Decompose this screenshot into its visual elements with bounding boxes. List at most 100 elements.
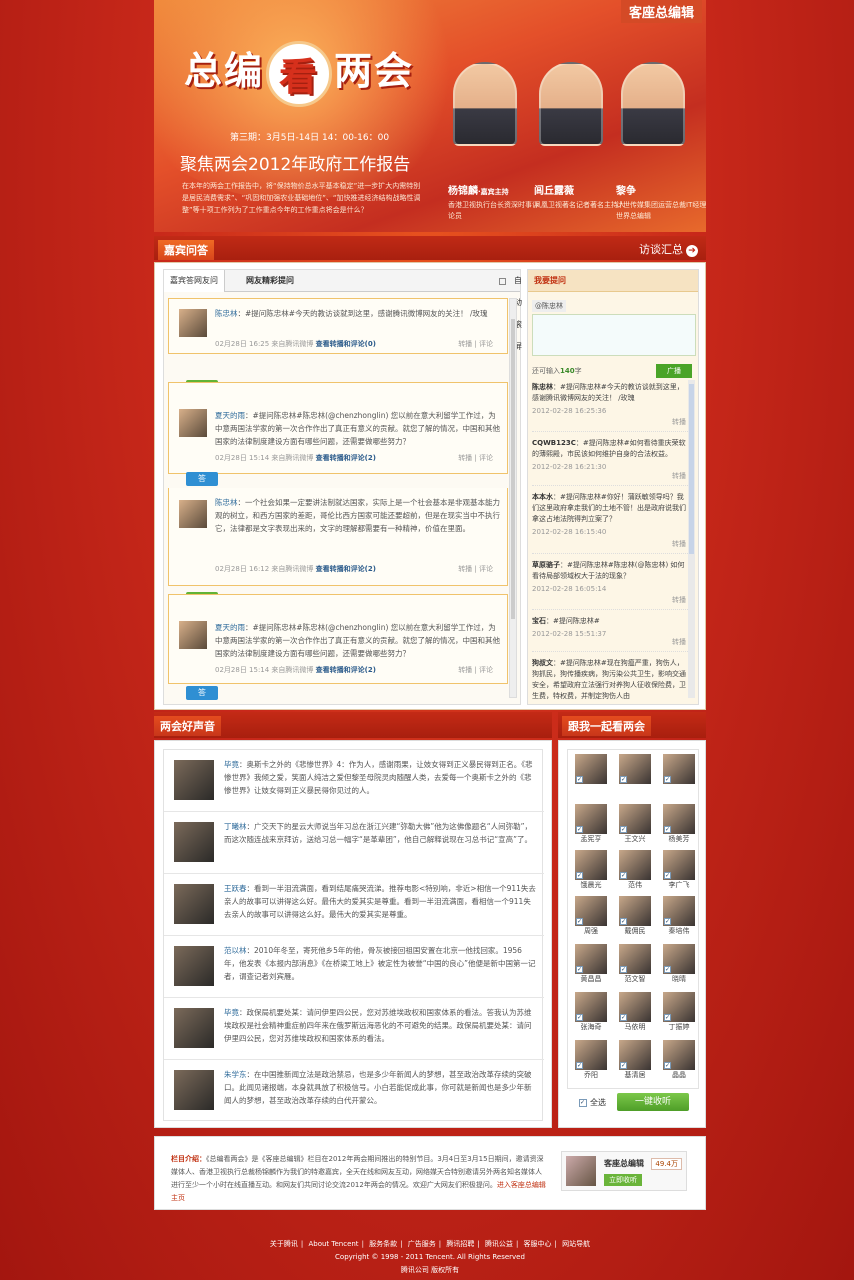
checkbox-icon[interactable]: ✓: [664, 966, 671, 973]
person-photo[interactable]: ✓: [575, 804, 607, 834]
checkbox-icon[interactable]: ✓: [576, 1014, 583, 1021]
weibo-avatar[interactable]: [566, 1156, 596, 1186]
comment-link[interactable]: 评论: [479, 666, 493, 674]
weibo-name[interactable]: 客座总编辑: [604, 1158, 644, 1169]
checkbox-icon[interactable]: ✓: [664, 1062, 671, 1069]
voice-author[interactable]: 毕竟: [224, 1008, 239, 1017]
card-author[interactable]: 陈忠林: [215, 309, 238, 318]
person-photo[interactable]: ✓: [663, 944, 695, 974]
person-photo[interactable]: ✓: [663, 850, 695, 880]
voice-author[interactable]: 毕竟: [224, 760, 239, 769]
scrollbar-thumb[interactable]: [511, 319, 515, 619]
follow-person[interactable]: ✓ 杨美芳: [662, 804, 696, 844]
follow-person[interactable]: ✓ 秦培伟: [662, 896, 696, 936]
follow-person[interactable]: ✓ 孟宪亨: [574, 804, 608, 844]
avatar[interactable]: [174, 760, 214, 800]
checkbox-icon[interactable]: ✓: [620, 776, 627, 783]
person-photo[interactable]: ✓: [575, 850, 607, 880]
view-comments-link[interactable]: 查看转播和评论(0): [316, 340, 376, 348]
person-photo[interactable]: ✓: [575, 992, 607, 1022]
question-author[interactable]: 草原骆子: [532, 561, 560, 569]
comment-link[interactable]: 评论: [479, 340, 493, 348]
select-all-checkbox[interactable]: ✓ 全选: [579, 1097, 606, 1108]
follow-all-button[interactable]: 一键收听: [617, 1093, 689, 1111]
follow-person[interactable]: ✓ 张海奇: [574, 992, 608, 1032]
follow-person[interactable]: ✓ 晶晶: [662, 1040, 696, 1080]
footer-link[interactable]: About Tencent: [308, 1240, 358, 1248]
checkbox-icon[interactable]: ✓: [620, 872, 627, 879]
scrollbar-thumb[interactable]: [689, 384, 694, 554]
avatar[interactable]: [174, 946, 214, 986]
repost-link[interactable]: 转播: [458, 454, 472, 462]
avatar[interactable]: [179, 409, 207, 437]
checkbox-icon[interactable]: ✓: [664, 918, 671, 925]
person-photo[interactable]: ✓: [663, 992, 695, 1022]
person-photo[interactable]: ✓: [575, 754, 607, 784]
guest-2[interactable]: 闾丘露薇 凤凰卫视著名记者著名主持人: [530, 62, 625, 209]
repost-link[interactable]: 转播: [672, 471, 686, 482]
repost-link[interactable]: 转播: [672, 595, 686, 606]
checkbox-icon[interactable]: ✓: [579, 1098, 587, 1107]
footer-link[interactable]: 广告服务: [408, 1240, 436, 1248]
checkbox-icon[interactable]: ✓: [576, 918, 583, 925]
avatar[interactable]: [174, 884, 214, 924]
brand-tag[interactable]: 客座总编辑: [620, 0, 702, 23]
checkbox-icon[interactable]: ✓: [576, 826, 583, 833]
checkbox-icon[interactable]: ✓: [664, 776, 671, 783]
comment-link[interactable]: 评论: [479, 454, 493, 462]
tab-guest-answers[interactable]: 嘉宾答网友问: [164, 270, 225, 292]
view-comments-link[interactable]: 查看转播和评论(2): [316, 565, 376, 573]
follow-person[interactable]: ✓ 王文兴: [618, 804, 652, 844]
card-author[interactable]: 夏天的雨: [215, 623, 245, 632]
person-photo[interactable]: ✓: [663, 804, 695, 834]
card-author[interactable]: 陈忠林: [215, 498, 238, 507]
question-author[interactable]: 陈忠林: [532, 383, 553, 391]
question-list-scrollbar[interactable]: [688, 380, 695, 698]
weibo-follow-button[interactable]: 立即收听: [604, 1174, 642, 1186]
checkbox-icon[interactable]: ✓: [620, 918, 627, 925]
avatar[interactable]: [174, 1008, 214, 1048]
follow-person[interactable]: ✓: [662, 754, 696, 784]
footer-link[interactable]: 关于腾讯: [270, 1240, 298, 1248]
follow-person[interactable]: ✓: [574, 754, 608, 784]
person-photo[interactable]: ✓: [575, 896, 607, 926]
footer-link[interactable]: 腾讯招聘: [446, 1240, 474, 1248]
person-photo[interactable]: ✓: [619, 992, 651, 1022]
repost-link[interactable]: 转播: [458, 666, 472, 674]
auto-scroll-toggle[interactable]: 自动滚屏: [493, 270, 522, 351]
voice-author[interactable]: 朱学东: [224, 1070, 247, 1079]
follow-person[interactable]: ✓ 基清居: [618, 1040, 652, 1080]
follow-person[interactable]: ✓ 李广飞: [662, 850, 696, 890]
checkbox-icon[interactable]: [499, 277, 506, 285]
question-author[interactable]: 宝石: [532, 617, 546, 625]
person-photo[interactable]: ✓: [619, 804, 651, 834]
person-photo[interactable]: ✓: [619, 1040, 651, 1070]
checkbox-icon[interactable]: ✓: [620, 1062, 627, 1069]
follow-person[interactable]: ✓ 马依明: [618, 992, 652, 1032]
question-author[interactable]: 本本水: [532, 493, 553, 501]
follow-person[interactable]: ✓ 周强: [574, 896, 608, 936]
comment-link[interactable]: 评论: [479, 565, 493, 573]
repost-link[interactable]: 转播: [672, 637, 686, 648]
feed-scrollbar[interactable]: [509, 298, 517, 698]
avatar[interactable]: [179, 621, 207, 649]
broadcast-button[interactable]: 广播: [656, 364, 692, 378]
card-author[interactable]: 夏天的雨: [215, 411, 245, 420]
question-author[interactable]: 狗叔文: [532, 659, 553, 667]
checkbox-icon[interactable]: ✓: [620, 1014, 627, 1021]
checkbox-icon[interactable]: ✓: [620, 826, 627, 833]
tab-netizen-questions[interactable]: 网友精彩提问: [240, 270, 300, 292]
checkbox-icon[interactable]: ✓: [576, 872, 583, 879]
avatar[interactable]: [174, 1070, 214, 1110]
person-photo[interactable]: ✓: [575, 944, 607, 974]
avatar[interactable]: [179, 500, 207, 528]
person-photo[interactable]: ✓: [663, 1040, 695, 1070]
avatar[interactable]: [179, 309, 207, 337]
question-input[interactable]: [532, 314, 696, 356]
follow-person[interactable]: ✓ 饿晨光: [574, 850, 608, 890]
follow-person[interactable]: ✓ 乔阳: [574, 1040, 608, 1080]
follow-person[interactable]: ✓ 丁振婷: [662, 992, 696, 1032]
guest-1[interactable]: 杨锦麟·嘉宾主持 香港卫视执行台长资深时事评论员: [444, 62, 539, 220]
view-comments-link[interactable]: 查看转播和评论(2): [316, 666, 376, 674]
person-photo[interactable]: ✓: [619, 850, 651, 880]
